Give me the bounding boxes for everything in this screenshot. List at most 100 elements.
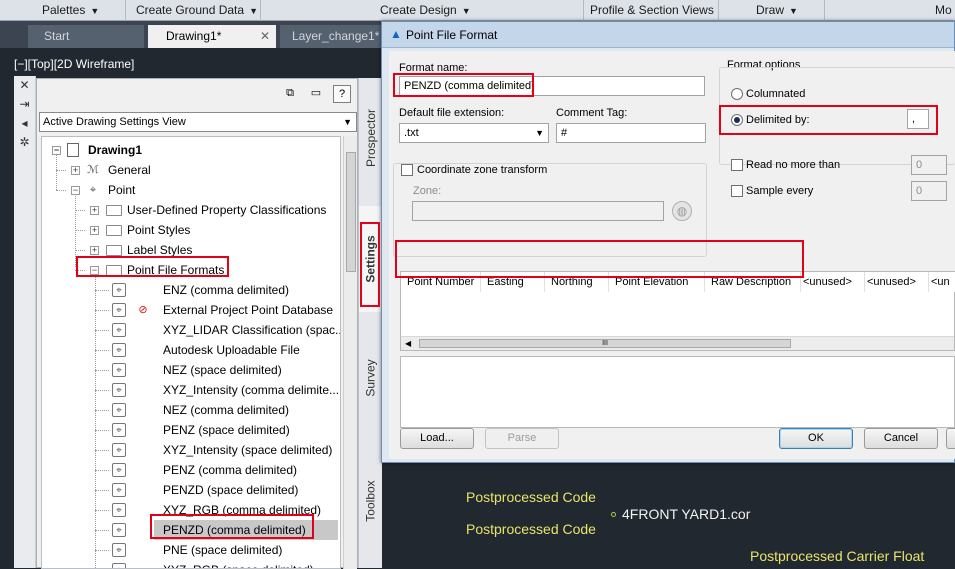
help-icon[interactable]: ? (333, 85, 351, 103)
column-header[interactable]: <unused> (865, 272, 929, 292)
close-icon[interactable]: ✕ (260, 25, 270, 48)
palettes-menu[interactable]: Palettes ▼ (0, 0, 126, 21)
tree-node-format[interactable]: ⌖ ENZ (comma delimited) (46, 280, 338, 300)
tree-node-format[interactable]: ⌖ Autodesk Uploadable File (46, 340, 338, 360)
tree-node-user-defined-property-classifications[interactable]: + User-Defined Property Classifications (46, 200, 336, 220)
read-no-more-input[interactable]: 0 (911, 155, 947, 175)
tab-drawing1[interactable]: Drawing1* ✕ (148, 25, 276, 48)
globe-icon[interactable]: ◍ (672, 201, 692, 221)
tree-node-general[interactable]: + ℳ General (46, 160, 246, 180)
collapse-icon[interactable]: − (90, 266, 99, 275)
column-header[interactable]: Raw Description (705, 272, 801, 292)
dialog-body: Format name: PENZD (comma delimited) Def… (389, 51, 955, 459)
tree-node-format[interactable]: ⌖ XYZ_Intensity (space delimited) (46, 440, 338, 460)
properties-icon[interactable]: ◂ (14, 114, 35, 133)
tree-node-format[interactable]: ⌖ NEZ (comma delimited) (46, 400, 338, 420)
copy-icon[interactable]: ⧉ (281, 85, 299, 103)
create-design-menu[interactable]: Create Design ▼ (261, 0, 584, 21)
scroll-thumb[interactable]: III (419, 339, 791, 348)
tree-node-point-styles[interactable]: + Point Styles (46, 220, 246, 240)
comment-tag-input[interactable]: # (556, 123, 706, 143)
sample-every-input[interactable]: 0 (911, 181, 947, 201)
parse-button[interactable]: Parse (485, 428, 559, 449)
tab-toolbox[interactable]: Toolbox (359, 446, 383, 556)
tab-layer-change1[interactable]: Layer_change1* (280, 25, 382, 48)
create-ground-data-menu[interactable]: Create Ground Data ▼ (126, 0, 261, 21)
cancel-button[interactable]: Cancel (864, 428, 938, 449)
tree-node-format[interactable]: ⌖ PENZD (space delimited) (46, 480, 338, 500)
columnated-radio[interactable] (731, 88, 743, 100)
tree-label: XYZ_LIDAR Classification (spac... (163, 323, 341, 337)
column-header-label: Raw Description (711, 276, 792, 288)
tree-node-label-styles[interactable]: + Label Styles (46, 240, 246, 260)
window-icon[interactable]: ▭ (307, 85, 325, 103)
column-header[interactable]: <unused> (801, 272, 865, 292)
view-dropdown[interactable]: Active Drawing Settings View ▼ (39, 112, 357, 132)
tree-label: PENZ (space delimited) (163, 423, 290, 437)
tree-scrollbar[interactable] (343, 136, 357, 569)
tree-label: Drawing1 (88, 143, 143, 157)
tree-label: PENZD (space delimited) (163, 483, 299, 497)
tree-node-format[interactable]: ⌖ PENZ (space delimited) (46, 420, 338, 440)
expand-icon[interactable]: + (90, 206, 99, 215)
column-header-label: Point Elevation (615, 276, 689, 288)
collapse-icon[interactable]: − (52, 146, 61, 155)
pin-icon[interactable]: ⇥ (14, 95, 35, 114)
point-file-icon: ⌖ (112, 443, 126, 457)
tree-node-point-file-formats[interactable]: − Point File Formats (46, 260, 246, 280)
tree-node-format[interactable]: ⌖ ⊘ External Project Point Database (46, 300, 338, 320)
column-header[interactable]: Easting (481, 272, 545, 292)
tree-node-format[interactable]: ⌖ PENZ (comma delimited) (46, 460, 338, 480)
load-button[interactable]: Load... (400, 428, 474, 449)
columnated-label: Columnated (746, 88, 806, 100)
read-no-more-label: Read no more than (746, 159, 841, 171)
column-header[interactable]: <un (929, 272, 955, 292)
sample-every-checkbox[interactable] (731, 185, 743, 197)
viewport-label[interactable]: [−][Top][2D Wireframe] (14, 57, 134, 71)
scroll-thumb[interactable] (346, 152, 356, 272)
expand-icon[interactable]: + (90, 226, 99, 235)
help-button[interactable] (946, 428, 955, 449)
zone-input[interactable] (412, 201, 664, 221)
tree-node-format[interactable]: ⌖ XYZ_Intensity (comma delimite... (46, 380, 339, 400)
coordinate-zone-checkbox[interactable] (401, 164, 413, 176)
tab-survey[interactable]: Survey (359, 318, 383, 438)
column-header[interactable]: Point Number (401, 272, 481, 292)
tree-node-point[interactable]: − ⌖ Point (46, 180, 246, 200)
delimiter-input[interactable]: , (907, 109, 929, 129)
canvas-text-front-yard[interactable]: 4FRONT YARD1.cor (622, 506, 750, 522)
tab-settings[interactable]: Settings (359, 206, 383, 312)
collapse-icon[interactable]: − (71, 186, 80, 195)
format-name-input[interactable]: PENZD (comma delimited) (399, 76, 705, 96)
tab-prospector[interactable]: Prospector (359, 78, 383, 198)
point-marker-icon[interactable] (611, 512, 616, 517)
grid-horizontal-scrollbar[interactable]: ◀ III (401, 336, 954, 350)
default-extension-select[interactable]: .txt ▼ (399, 123, 549, 143)
dialog-title-bar[interactable]: ▲ Point File Format (382, 22, 954, 48)
scroll-left-icon[interactable]: ◀ (405, 337, 411, 350)
tree-node-format[interactable]: ⌖ XYZ_RGB (comma delimited) (46, 500, 338, 520)
tab-start[interactable]: Start (28, 25, 144, 48)
ok-button[interactable]: OK (779, 428, 853, 449)
modify-menu[interactable]: Mo (825, 0, 955, 21)
canvas-text-carrier-float[interactable]: Postprocessed Carrier Float (750, 548, 924, 564)
tree-node-format[interactable]: ⌖ NEZ (space delimited) (46, 360, 338, 380)
column-header[interactable]: Northing (545, 272, 609, 292)
tree-node-format[interactable]: ⌖ XYZ_LIDAR Classification (spac... (46, 320, 341, 340)
chevron-down-icon: ▼ (461, 6, 471, 16)
tree-node-drawing1[interactable]: − Drawing1 (46, 140, 246, 160)
expand-icon[interactable]: + (90, 246, 99, 255)
read-no-more-checkbox[interactable] (731, 159, 743, 171)
delimited-by-radio[interactable] (731, 114, 743, 126)
settings-icon[interactable]: ✲ (14, 133, 35, 152)
expand-icon[interactable]: + (71, 166, 80, 175)
column-header[interactable]: Point Elevation (609, 272, 705, 292)
sample-every-label: Sample every (746, 185, 814, 197)
canvas-text-postprocessed-code[interactable]: Postprocessed Code (466, 489, 596, 505)
tree-node-format[interactable]: ⌖ PNE (space delimited) (46, 540, 338, 560)
tree-node-format-selected[interactable]: ⌖ PENZD (comma delimited) (46, 520, 338, 540)
profile-section-views-menu[interactable]: Profile & Section Views (584, 0, 719, 21)
draw-menu[interactable]: Draw ▼ (719, 0, 825, 21)
canvas-text-postprocessed-code-2[interactable]: Postprocessed Code (466, 521, 596, 537)
close-icon[interactable]: ✕ (14, 76, 35, 95)
